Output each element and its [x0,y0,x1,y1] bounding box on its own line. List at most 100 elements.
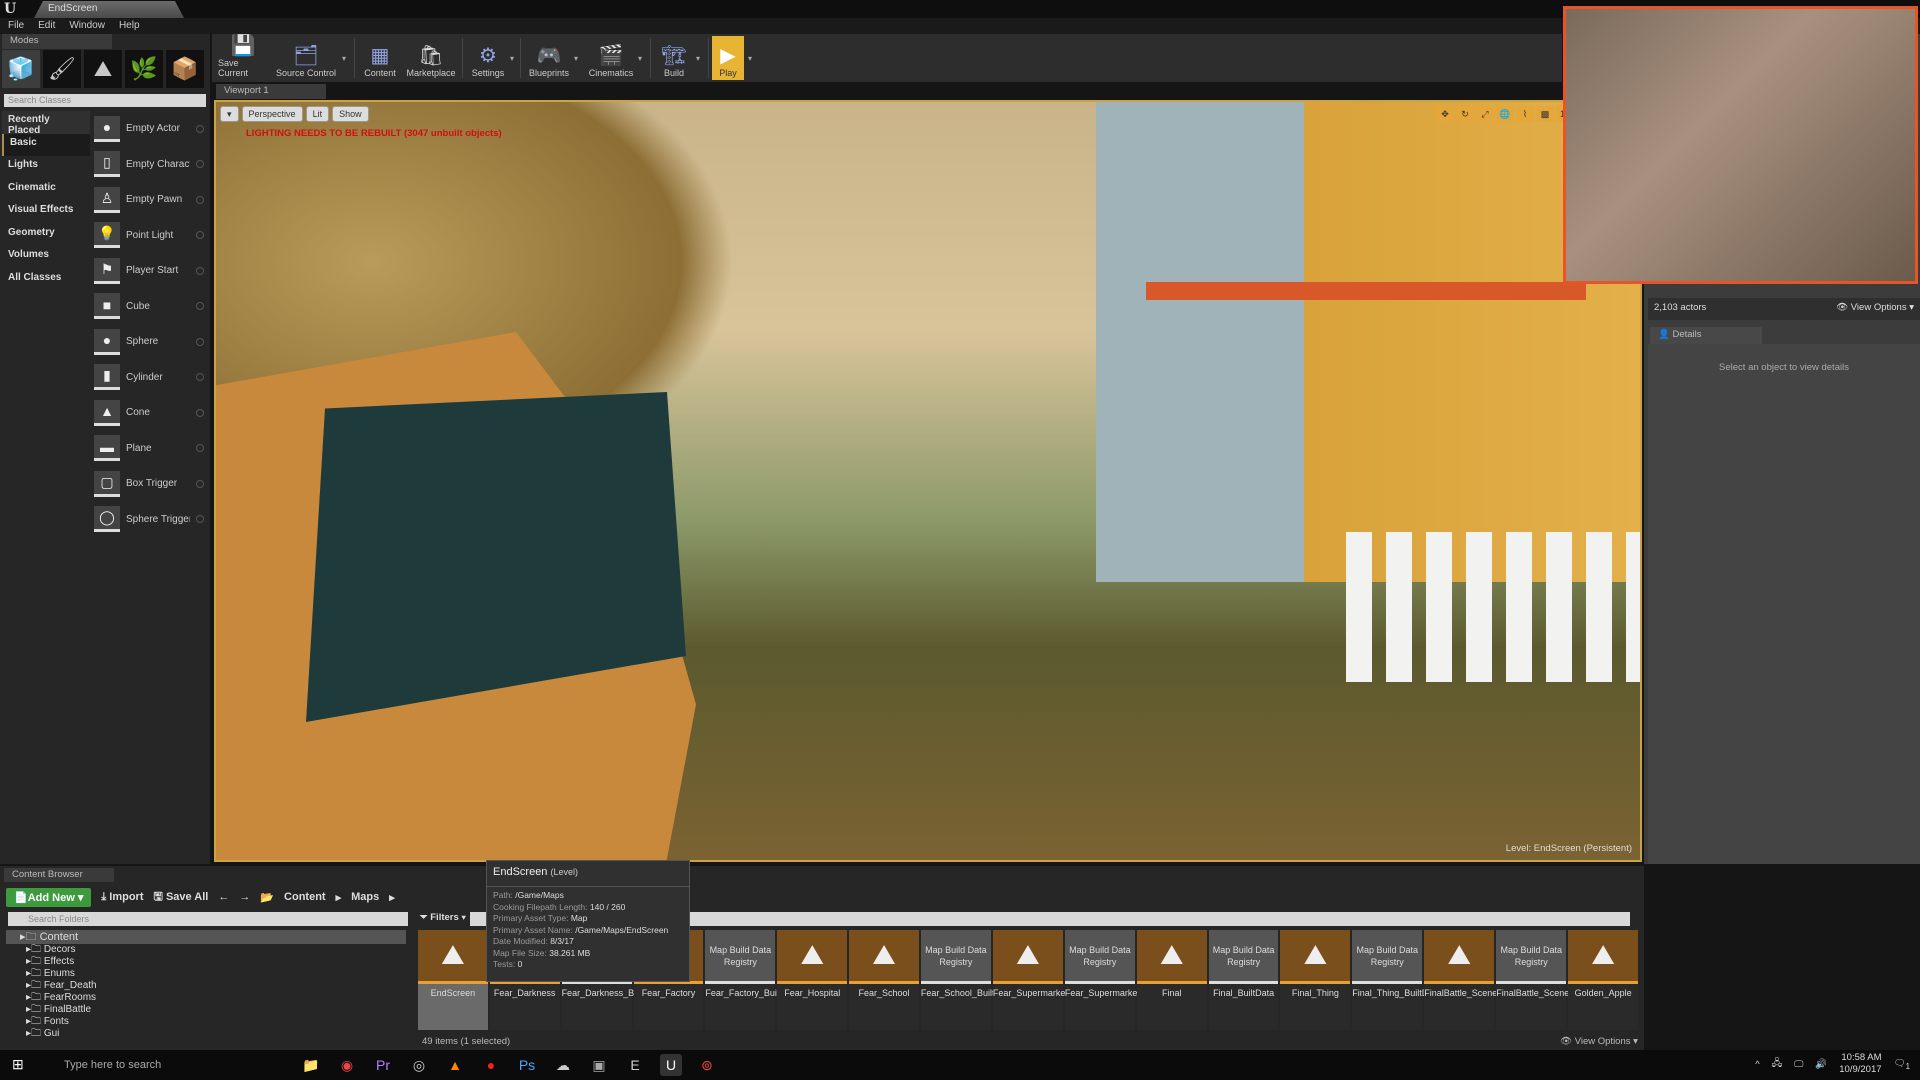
notifications-icon[interactable]: 🗨1 [1894,1058,1910,1071]
asset-tile[interactable]: Map Build Data Registry FinalBattle_Scene… [1496,930,1611,1030]
menu-edit[interactable]: Edit [38,18,55,34]
outliner-view-options[interactable]: 👁 View Options ▾ [1836,302,1914,316]
folder-item[interactable]: ▸🗀 Gui [6,1028,406,1040]
app-icon[interactable]: ▲ [444,1054,466,1076]
folder-item[interactable]: ▸🗀 Enums [6,968,406,980]
surface-snap-icon[interactable]: ⌇ [1516,106,1534,122]
class-item[interactable]: ▯ Empty Character [90,147,208,183]
network-icon[interactable]: 🖧 [1772,1056,1783,1072]
category-lights[interactable]: Lights [2,156,90,179]
build-button[interactable]: 🏗 Build [656,36,692,80]
grid-snap-icon[interactable]: ▩ [1536,106,1554,122]
class-item[interactable]: 💡 Point Light [90,218,208,254]
blueprints-button[interactable]: 🎮 Blueprints [526,36,572,80]
class-item[interactable]: ▬ Plane [90,431,208,467]
source-control-button[interactable]: 🗂 Source Control [274,36,338,80]
world-space-icon[interactable]: 🌐 [1496,106,1514,122]
windows-start-icon[interactable]: ⊞ [12,1056,24,1073]
play-dropdown[interactable]: ▾ [748,54,752,63]
category-geometry[interactable]: Geometry [2,224,90,247]
show-button[interactable]: Show [332,106,369,122]
modes-tab[interactable]: Modes [2,34,112,49]
info-icon[interactable] [196,195,204,204]
breadcrumb-maps[interactable]: Maps [351,891,379,903]
epic-games-icon[interactable]: E [624,1054,646,1076]
info-icon[interactable] [196,515,204,524]
level-tab[interactable]: EndScreen [34,1,184,18]
app-icon[interactable]: ☁ [552,1054,574,1076]
search-folders-input[interactable]: Search Folders [8,912,408,926]
breadcrumb-content[interactable]: Content [284,891,326,903]
history-forward-button[interactable]: → [239,891,250,903]
asset-tile[interactable]: ⛰ Final [1136,930,1207,1030]
cinematics-button[interactable]: 🎬 Cinematics [586,36,636,80]
add-new-button[interactable]: 📄Add New ▾ [6,887,92,907]
folder-item[interactable]: ▸🗀 FearRooms [6,992,406,1004]
marketplace-button[interactable]: 🛍 Marketplace [404,36,458,80]
unreal-editor-icon[interactable]: U [660,1054,682,1076]
content-browser-tab[interactable]: Content Browser [4,868,114,882]
details-tab[interactable]: 👤 Details [1650,327,1762,344]
info-icon[interactable] [196,408,204,417]
display-icon[interactable]: 🖵 [1794,1059,1803,1070]
menu-help[interactable]: Help [119,18,140,34]
info-icon[interactable] [196,373,204,382]
category-cinematic[interactable]: Cinematic [2,179,90,202]
file-explorer-icon[interactable]: 📁 [300,1054,322,1076]
info-icon[interactable] [196,266,204,275]
category-visual-effects[interactable]: Visual Effects [2,201,90,224]
info-icon[interactable] [196,444,204,453]
content-button[interactable]: ▦ Content [360,36,400,80]
asset-tile[interactable]: Map Build Data Registry Fear_Factory_Buil… [705,930,800,1030]
class-item[interactable]: ◯ Sphere Trigger [90,502,208,538]
play-button[interactable]: ▶ Play [712,36,744,80]
class-item[interactable]: ⚑ Player Start [90,253,208,289]
source-control-dropdown[interactable]: ▾ [342,54,346,63]
asset-tile[interactable]: ⛰ Golden_Apple [1568,930,1639,1030]
record-icon[interactable]: ● [480,1054,502,1076]
class-item[interactable]: ▢ Box Trigger [90,466,208,502]
class-item[interactable]: ● Sphere [90,324,208,360]
viewport-options-button[interactable]: ▾ [220,106,239,122]
folder-item[interactable]: ▸🗀 Effects [6,956,406,968]
breadcrumb-separator-icon[interactable]: ▸ [389,891,395,904]
rotate-icon[interactable]: ↻ [1456,106,1474,122]
cinematics-dropdown[interactable]: ▾ [638,54,642,63]
taskbar-search[interactable]: Type here to search [40,1050,290,1080]
settings-dropdown[interactable]: ▾ [510,54,514,63]
tray-expand-icon[interactable]: ^ [1755,1059,1759,1070]
scale-icon[interactable]: ⤢ [1476,106,1494,122]
info-icon[interactable] [196,124,204,133]
folder-item[interactable]: ▸🗀 FinalBattle [6,1004,406,1016]
clock[interactable]: 10:58 AM 10/9/2017 [1839,1052,1881,1076]
asset-tile[interactable]: Map Build Data Registry Final_BuiltData [1208,930,1279,1030]
folder-item[interactable]: ▸🗀 Decors [6,944,406,956]
asset-tile[interactable]: ⛰ Fear_Supermarket [992,930,1068,1030]
asset-tile[interactable]: Map Build Data Registry Fear_Supermarket_… [1064,930,1181,1030]
category-all-classes[interactable]: All Classes [2,269,90,292]
paint-mode-icon[interactable]: 🖌 [43,50,81,88]
class-item[interactable]: ▮ Cylinder [90,360,208,396]
asset-tile[interactable]: ⛰ FinalBattle_Scene [1424,930,1497,1030]
class-item[interactable]: ● Empty Actor [90,111,208,147]
asset-tile[interactable]: ⛰ EndScreen [418,930,488,1030]
asset-tile[interactable]: ⛰ Final_Thing [1280,930,1351,1030]
folder-item[interactable]: ▸🗀 Content [6,930,406,944]
category-volumes[interactable]: Volumes [2,246,90,269]
app-icon[interactable]: ◎ [408,1054,430,1076]
info-icon[interactable] [196,479,204,488]
class-item[interactable]: ▲ Cone [90,395,208,431]
premiere-icon[interactable]: Pr [372,1054,394,1076]
search-classes-input[interactable]: Search Classes [4,94,206,107]
app-icon[interactable]: ▣ [588,1054,610,1076]
asset-tile[interactable]: Map Build Data Registry Final_Thing_Built… [1352,930,1441,1030]
foliage-mode-icon[interactable]: 🌿 [125,50,163,88]
asset-tile[interactable]: Map Build Data Registry Fear_School_Built… [920,930,1013,1030]
perspective-button[interactable]: Perspective [241,106,303,122]
translate-icon[interactable]: ✥ [1436,106,1454,122]
chrome-icon[interactable]: ◉ [336,1054,358,1076]
menu-window[interactable]: Window [69,18,105,34]
asset-tile[interactable]: ⛰ Fear_School [849,930,919,1030]
place-mode-icon[interactable]: 🧊 [2,50,40,88]
info-icon[interactable] [196,337,204,346]
